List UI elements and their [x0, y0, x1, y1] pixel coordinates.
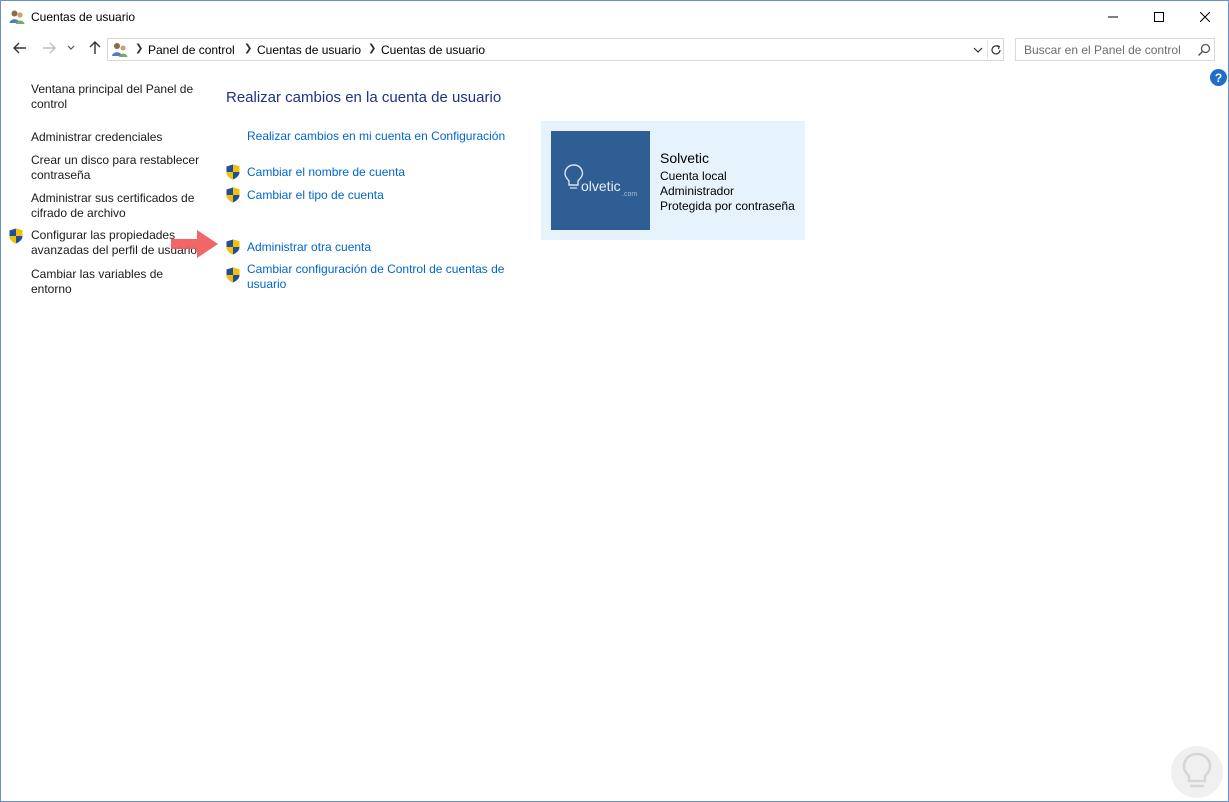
breadcrumb-user-accounts-current[interactable]: Cuentas de usuario — [381, 43, 485, 57]
sidebar-item-manage-credentials[interactable]: Administrar credenciales — [31, 130, 162, 145]
close-icon — [1200, 11, 1210, 22]
recent-locations-button[interactable] — [64, 38, 78, 58]
uac-shield-icon — [226, 187, 240, 203]
uac-shield-icon — [226, 267, 240, 283]
sidebar-item-label: Cambiar las variables de — [31, 267, 164, 281]
account-type: Cuenta local — [660, 169, 727, 183]
breadcrumb-control-panel[interactable]: Panel de control — [148, 43, 235, 57]
link-label: Administrar otra cuenta — [247, 240, 372, 254]
navigation-bar: ❯ Panel de control ❯ Cuentas de usuario … — [1, 32, 1228, 64]
link-label: Cambiar el tipo de cuenta — [247, 188, 384, 202]
up-button[interactable] — [85, 38, 105, 58]
sidebar-item-label: Administrar sus certificados de — [31, 191, 195, 205]
sidebar-item-label: Ventana principal del Panel de — [31, 82, 194, 96]
sidebar-item-control-panel-home[interactable]: Ventana principal del Panel de control — [31, 82, 193, 112]
uac-shield-icon — [9, 228, 23, 244]
sidebar-item-label: Administrar credenciales — [31, 130, 163, 144]
control-panel-window: Cuentas de usuario ❯ Panel de control ❯ … — [0, 0, 1229, 802]
account-role: Administrador — [660, 184, 735, 198]
link-manage-another-account[interactable]: Administrar otra cuenta — [247, 240, 371, 255]
control-panel-icon — [112, 43, 128, 57]
refresh-icon — [990, 44, 1001, 54]
account-card: olvetic .com Solvetic Cuenta local Admin… — [541, 121, 805, 240]
avatar-logo-suffix: .com — [622, 191, 638, 198]
breadcrumb-separator: ❯ — [244, 43, 253, 54]
address-bar[interactable]: ❯ Panel de control ❯ Cuentas de usuario … — [107, 38, 1004, 61]
avatar-logo-text: olvetic — [581, 178, 621, 194]
sidebar-item-environment-variables[interactable]: Cambiar las variables de entorno — [31, 267, 163, 297]
back-button[interactable] — [10, 38, 30, 58]
title-bar: Cuentas de usuario — [1, 1, 1228, 32]
breadcrumb-separator: ❯ — [368, 43, 377, 54]
chevron-down-icon — [67, 45, 75, 50]
link-label: usuario — [247, 277, 287, 291]
annotation-arrow-icon — [171, 230, 218, 258]
link-label: Realizar cambios en mi cuenta en Configu… — [247, 129, 506, 143]
link-change-account-in-settings[interactable]: Realizar cambios en mi cuenta en Configu… — [247, 129, 505, 144]
watermark-logo-icon — [1171, 746, 1223, 798]
arrow-right-icon — [43, 42, 56, 54]
account-name: Solvetic — [660, 150, 710, 166]
link-change-account-name[interactable]: Cambiar el nombre de cuenta — [247, 165, 405, 180]
maximize-icon — [1154, 11, 1164, 22]
avatar: olvetic .com — [551, 131, 650, 230]
minimize-button[interactable] — [1090, 1, 1136, 32]
address-history-button[interactable] — [971, 42, 985, 57]
help-button[interactable]: ? — [1210, 69, 1227, 86]
link-label: Cambiar el nombre de cuenta — [247, 165, 406, 179]
account-protection: Protegida por contraseña — [660, 199, 795, 213]
sidebar-item-label: contraseña — [31, 168, 91, 182]
uac-shield-icon — [226, 164, 240, 180]
forward-button[interactable] — [39, 38, 59, 58]
sidebar-item-label: cifrado de archivo — [31, 206, 126, 220]
breadcrumb-separator: ❯ — [135, 43, 144, 54]
arrow-up-icon — [89, 41, 101, 54]
window-title: Cuentas de usuario — [31, 10, 136, 24]
sidebar-item-label: entorno — [31, 282, 72, 296]
close-button[interactable] — [1182, 1, 1228, 32]
search-icon — [1197, 43, 1211, 57]
user-accounts-icon — [9, 10, 25, 24]
minimize-icon — [1108, 16, 1118, 17]
chevron-down-icon — [973, 47, 983, 53]
sidebar-item-label: control — [31, 97, 68, 111]
uac-shield-icon — [226, 239, 240, 255]
search-box[interactable]: Buscar en el Panel de control — [1015, 38, 1215, 61]
arrow-left-icon — [13, 42, 26, 54]
sidebar-item-encryption-certificates[interactable]: Administrar sus certificados de cifrado … — [31, 191, 194, 221]
refresh-button[interactable] — [987, 40, 1003, 59]
maximize-button[interactable] — [1136, 1, 1182, 32]
breadcrumb-user-accounts[interactable]: Cuentas de usuario — [257, 43, 361, 57]
search-input[interactable]: Buscar en el Panel de control — [1024, 43, 1181, 57]
link-uac-settings[interactable]: Cambiar configuración de Control de cuen… — [247, 262, 504, 292]
link-label: Cambiar configuración de Control de cuen… — [247, 262, 505, 276]
link-change-account-type[interactable]: Cambiar el tipo de cuenta — [247, 188, 384, 203]
sidebar-item-password-reset-disk[interactable]: Crear un disco para restablecer contrase… — [31, 153, 199, 183]
sidebar-item-label: Crear un disco para restablecer — [31, 153, 200, 167]
page-title: Realizar cambios en la cuenta de usuario — [226, 89, 502, 106]
